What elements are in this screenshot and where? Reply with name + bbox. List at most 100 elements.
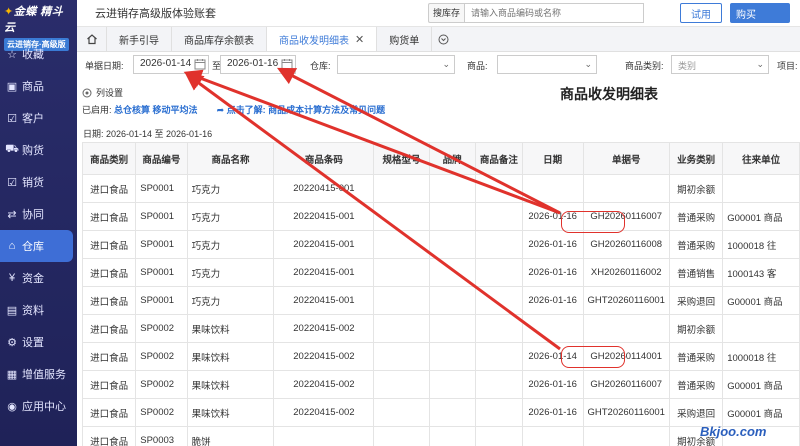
sidebar-item-label: 资金 [22,273,44,285]
table-cell [428,258,476,287]
table-cell [521,314,584,343]
table-row[interactable]: 进口食品 SP0001 巧克力 20220415-001 期初余额 [81,174,800,203]
logo-mark-icon: ✦ [4,6,14,18]
enabled-value: 总仓核算 移动平均法 [114,105,198,115]
sidebar-item-label: 客户 [22,113,44,125]
chevron-down-icon: ⌄ [584,59,592,69]
tip-prefix[interactable]: 点击了解: [227,105,266,115]
date-from-field[interactable]: 2026-01-14 [133,55,209,74]
category-label: 商品类别: [625,61,664,71]
table-cell: 2026-01-16 [521,398,584,427]
sidebar-item-5[interactable]: ⇄ 协同 [0,198,77,230]
table-cell: 进口食品 [81,174,137,203]
table-row[interactable]: 进口食品 SP0002 果味饮料 20220415-002 2026-01-16 GHT2… [81,398,800,427]
calendar-icon[interactable] [281,58,293,73]
table-cell [474,174,523,203]
sidebar-item-4[interactable]: ☑ 销货 [0,166,77,198]
table-cell [474,286,523,315]
tab-3[interactable]: 购货单 [377,27,433,51]
column-settings-link[interactable]: 列设置 [82,86,800,99]
tab-1[interactable]: 商品库存余额表 [172,27,267,51]
tip-link[interactable]: 商品成本计算方法及常见问题 [268,105,385,115]
sidebar-item-1[interactable]: ▣ 商品 [0,70,77,102]
buy-button[interactable]: 购买 [730,3,790,23]
table-header-row: 商品类别 商品编号 商品名称 商品条码 规格型号 品牌 商品备注 日期 单据号 业务类别 往来单位 [81,142,800,175]
table-cell: 果味饮料 [186,398,275,427]
table-row[interactable]: 进口食品 SP0001 巧克力 20220415-001 2026-01-16 XH202… [81,258,800,287]
column-header[interactable]: 商品名称 [186,142,275,175]
column-header[interactable]: 规格型号 [373,142,430,175]
sidebar-item-10[interactable]: ▦ 增值服务 [0,358,77,390]
search-scope-label[interactable]: 搜库存 [428,3,465,23]
logo-text: ✦金蝶 精斗云 [4,3,73,35]
table-cell: 巧克力 [186,202,275,231]
table-cell: 进口食品 [81,286,137,315]
table-cell: 巧克力 [186,230,275,259]
table-cell [273,426,375,446]
table-cell: SP0002 [135,370,188,399]
table-cell: 20220415-001 [273,202,375,231]
cart-icon: ⛟ [5,143,19,155]
table-row[interactable]: 进口食品 SP0003 脆饼 期初余额 [81,426,800,446]
table-row[interactable]: 进口食品 SP0002 果味饮料 20220415-002 期初余额 [81,314,800,343]
sidebar-item-8[interactable]: ▤ 资料 [0,294,77,326]
tab-2[interactable]: 商品收发明细表 ✕ [267,27,378,51]
column-header[interactable]: 商品编号 [135,142,188,175]
column-header[interactable]: 商品条码 [273,142,375,175]
table-cell [474,342,523,371]
column-header[interactable]: 往来单位 [722,142,800,175]
date-label: 单据日期: [85,61,124,71]
search-input[interactable] [464,3,645,23]
home-tab[interactable] [77,27,107,51]
sidebar-item-3[interactable]: ⛟ 购货 [0,134,77,166]
tab-more-button[interactable] [432,27,454,51]
column-header[interactable]: 业务类别 [668,142,724,175]
costing-info: 已启用: 总仓核算 移动平均法 ➦ 点击了解: 商品成本计算方法及常见问题 [82,103,800,116]
warehouse-select[interactable]: ⌄ [337,55,455,74]
chevron-down-icon: ⌄ [442,59,450,69]
tip-arrow-icon: ➦ [216,105,225,115]
sidebar-item-9[interactable]: ⚙ 设置 [0,326,77,358]
table-cell: 采购退回 [668,286,724,315]
date-to-field[interactable]: 2026-01-16 [220,55,296,74]
table-cell: G00001 商品 [722,202,800,231]
sidebar-item-11[interactable]: ◉ 应用中心 [0,390,77,422]
table-row[interactable]: 进口食品 SP0001 巧克力 20220415-001 2026-01-16 GHT20… [81,286,800,315]
trial-button[interactable]: 试用 [680,3,722,23]
table-cell: 2026-01-16 [521,258,584,287]
chevron-down-circle-icon [438,34,449,44]
column-header[interactable]: 单据号 [582,142,670,175]
table-cell [474,314,523,343]
column-header[interactable]: 商品类别 [81,142,137,175]
table-row[interactable]: 进口食品 SP0001 巧克力 20220415-001 2026-01-16 GH202… [81,202,800,231]
close-icon[interactable]: ✕ [355,33,364,46]
table-cell [373,314,430,343]
table-cell: 普通采购 [668,342,724,371]
product-label: 商品: [467,61,488,71]
sidebar-item-2[interactable]: ☑ 客户 [0,102,77,134]
sidebar-item-6[interactable]: ⌂ 仓库 [0,230,73,262]
table-row[interactable]: 进口食品 SP0001 巧克力 20220415-001 2026-01-16 GH202… [81,230,800,259]
table-row[interactable]: 进口食品 SP0002 果味饮料 20220415-002 2026-01-16 GH20… [81,370,800,399]
table-cell: 普通采购 [668,230,724,259]
sidebar-item-7[interactable]: ¥ 资金 [0,262,77,294]
star-icon: ☆ [7,48,17,61]
category-select[interactable]: 类别 ⌄ [671,55,769,74]
product-select[interactable]: ⌄ [497,55,597,74]
table-cell [428,342,476,371]
table-cell: 1000018 往 [722,230,800,259]
service-icon: ▦ [6,368,18,381]
column-header[interactable]: 商品备注 [474,142,523,175]
table-cell: 1000018 往 [722,342,800,371]
table-cell: 进口食品 [81,230,137,259]
column-header[interactable]: 日期 [521,142,584,175]
table-cell: 巧克力 [186,286,275,315]
table-row[interactable]: 进口食品 SP0002 果味饮料 20220415-002 2026-01-14 GH20… [81,342,800,371]
table-cell [474,202,523,231]
tab-0[interactable]: 新手引导 [107,27,172,51]
calendar-icon[interactable] [194,58,206,73]
table-cell: GH20260116008 [582,230,670,259]
tab-label: 购货单 [389,35,420,47]
column-header[interactable]: 品牌 [428,142,476,175]
table-cell: 进口食品 [81,202,137,231]
